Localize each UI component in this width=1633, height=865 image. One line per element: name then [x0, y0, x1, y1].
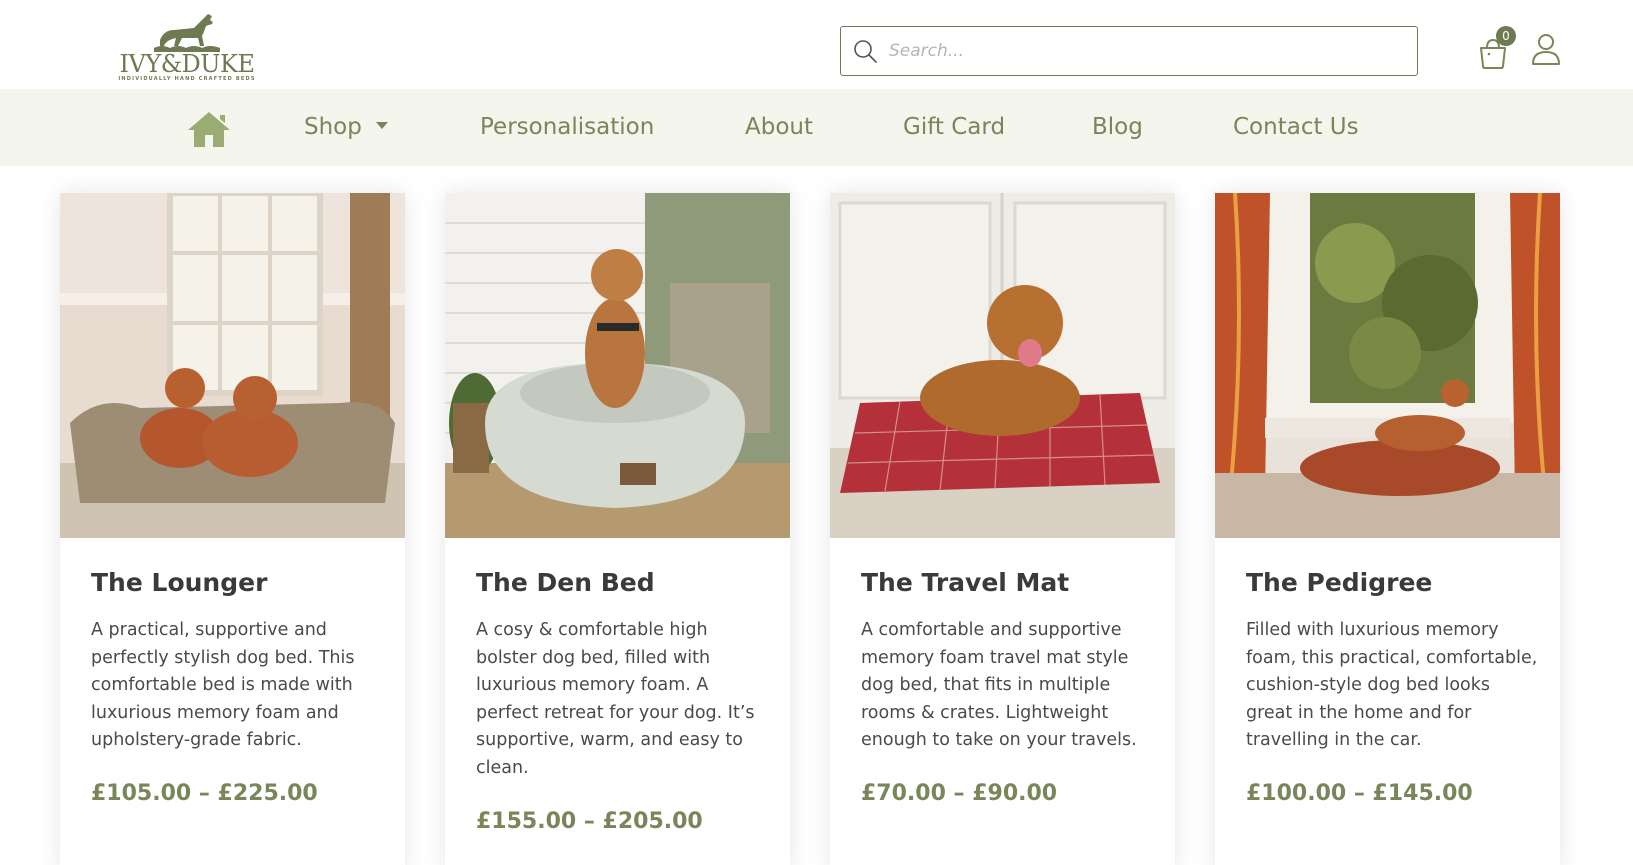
product-description: Filled with luxurious memory foam, this … — [1246, 620, 1538, 750]
user-icon — [1532, 34, 1560, 65]
search-box[interactable] — [840, 26, 1418, 76]
site-header: IVY&DUKE Individually hand crafted beds … — [0, 0, 1633, 89]
product-description: A comfortable and supportive memory foam… — [861, 620, 1137, 750]
product-price: £100.00 – £145.00 — [1246, 781, 1473, 806]
product-image-den-bed[interactable] — [445, 193, 790, 538]
nav-item-blog[interactable]: Blog — [1092, 89, 1143, 166]
account-button[interactable] — [1530, 32, 1564, 68]
nav-item-gift-card[interactable]: Gift Card — [903, 89, 1005, 166]
brand-tagline: Individually hand crafted beds — [118, 76, 256, 82]
search-input[interactable] — [889, 41, 1389, 61]
product-card-lounger[interactable]: The Lounger A practical, supportive and … — [60, 193, 405, 865]
product-card-travel-mat[interactable]: The Travel Mat A comfortable and support… — [830, 193, 1175, 865]
brand-logo[interactable]: IVY&DUKE Individually hand crafted beds — [112, 10, 262, 84]
product-image-travel-mat[interactable] — [830, 193, 1175, 538]
cart-count-badge: 0 — [1496, 26, 1516, 46]
product-description: A practical, supportive and perfectly st… — [91, 620, 355, 750]
product-title[interactable]: The Travel Mat — [861, 568, 1069, 597]
product-price: £70.00 – £90.00 — [861, 781, 1058, 806]
product-title[interactable]: The Lounger — [91, 568, 267, 597]
product-card-den-bed[interactable]: The Den Bed A cosy & comfortable high bo… — [445, 193, 790, 865]
nav-item-contact-us[interactable]: Contact Us — [1233, 89, 1359, 166]
home-icon[interactable] — [186, 109, 232, 149]
cart-button[interactable]: 0 — [1478, 26, 1516, 70]
nav-item-about[interactable]: About — [745, 89, 813, 166]
chevron-down-icon — [375, 122, 388, 129]
nav-item-personalisation[interactable]: Personalisation — [480, 89, 654, 166]
product-title[interactable]: The Pedigree — [1246, 568, 1432, 597]
brand-wordmark: IVY&DUKE — [119, 50, 255, 78]
product-image-lounger[interactable] — [60, 193, 405, 538]
main-nav: Shop Personalisation About Gift Card Blo… — [0, 89, 1633, 166]
search-icon[interactable] — [841, 27, 889, 75]
product-card-pedigree[interactable]: The Pedigree Filled with luxurious memor… — [1215, 193, 1560, 865]
product-image-pedigree[interactable] — [1215, 193, 1560, 538]
product-price: £155.00 – £205.00 — [476, 809, 703, 834]
product-title[interactable]: The Den Bed — [476, 568, 655, 597]
nav-item-shop[interactable]: Shop — [304, 89, 388, 166]
nav-shop-label: Shop — [304, 114, 362, 140]
product-description: A cosy & comfortable high bolster dog be… — [476, 620, 755, 778]
dog-logo-icon — [154, 14, 220, 52]
product-price: £105.00 – £225.00 — [91, 781, 318, 806]
